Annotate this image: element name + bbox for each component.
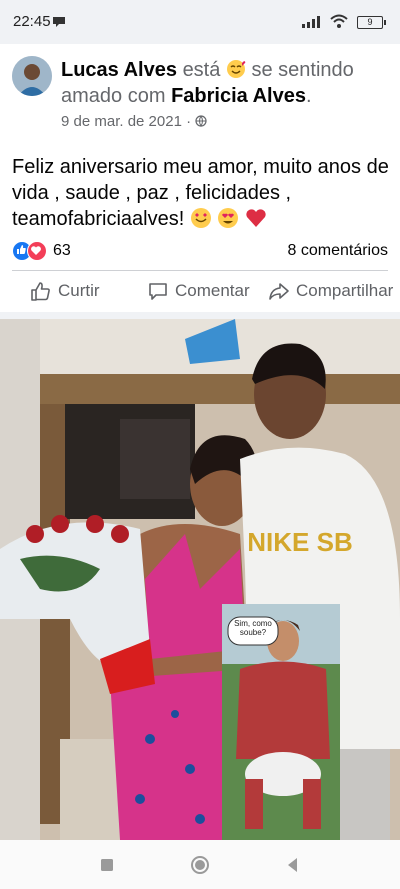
avatar[interactable] <box>12 56 52 96</box>
red-heart-icon <box>246 209 266 227</box>
author-name[interactable]: Lucas Alves <box>61 59 177 81</box>
notification-icon <box>53 17 65 27</box>
globe-icon <box>195 115 207 127</box>
comments-count[interactable]: 8 comentários <box>288 242 389 260</box>
share-label: Compartilhar <box>296 281 394 300</box>
sticker-bubble-text: Sim, como soube? <box>234 619 272 637</box>
tagged-name[interactable]: Fabricia Alves <box>171 85 306 107</box>
emoji-row <box>190 207 267 236</box>
like-button[interactable]: Curtir <box>30 280 100 302</box>
smiling-face-with-hearts-icon <box>226 60 246 78</box>
wifi-icon <box>330 14 348 28</box>
like-label: Curtir <box>58 281 100 300</box>
battery-icon: 9 <box>357 16 386 29</box>
share-icon <box>269 283 289 300</box>
smiling-face-with-hearts-icon <box>190 208 211 228</box>
nav-back-icon[interactable] <box>282 854 304 876</box>
comment-label: Comentar <box>175 281 250 300</box>
post-card: Lucas Alves está se sentindo amado com F… <box>0 44 400 312</box>
system-nav-bar <box>0 840 400 889</box>
header-period: . <box>305 85 312 107</box>
heart-eyes-icon <box>218 208 239 228</box>
nav-recent-icon[interactable] <box>96 854 118 876</box>
divider <box>12 270 388 271</box>
post-header: Lucas Alves está se sentindo amado com F… <box>61 57 391 109</box>
status-bar: 22:45 9 <box>0 0 400 44</box>
post-date[interactable]: 9 de mar. de 2021 <box>61 113 182 130</box>
verb-is: está <box>182 59 221 81</box>
post-photo[interactable]: NIKE SB Sim, como soube? <box>0 319 400 840</box>
like-icon <box>31 282 50 301</box>
post-text: Feliz aniversario meu amor, muito anos d… <box>12 154 392 236</box>
signal-icon <box>302 16 320 28</box>
nav-home-icon[interactable] <box>189 854 211 876</box>
reactions-summary[interactable]: 63 <box>12 241 71 261</box>
status-time: 22:45 <box>13 13 51 30</box>
share-button[interactable]: Compartilhar <box>268 280 393 302</box>
reaction-count: 63 <box>53 242 71 259</box>
meta-separator: · <box>186 113 192 130</box>
shirt-print: NIKE SB <box>247 527 352 557</box>
comment-icon <box>149 283 167 300</box>
love-reaction-icon <box>27 241 47 261</box>
comment-button[interactable]: Comentar <box>147 280 250 302</box>
action-bar: Curtir Comentar Compartilhar <box>0 274 400 308</box>
post-meta: 9 de mar. de 2021 · <box>61 113 207 130</box>
photo-image: NIKE SB Sim, como soube? <box>0 319 400 840</box>
